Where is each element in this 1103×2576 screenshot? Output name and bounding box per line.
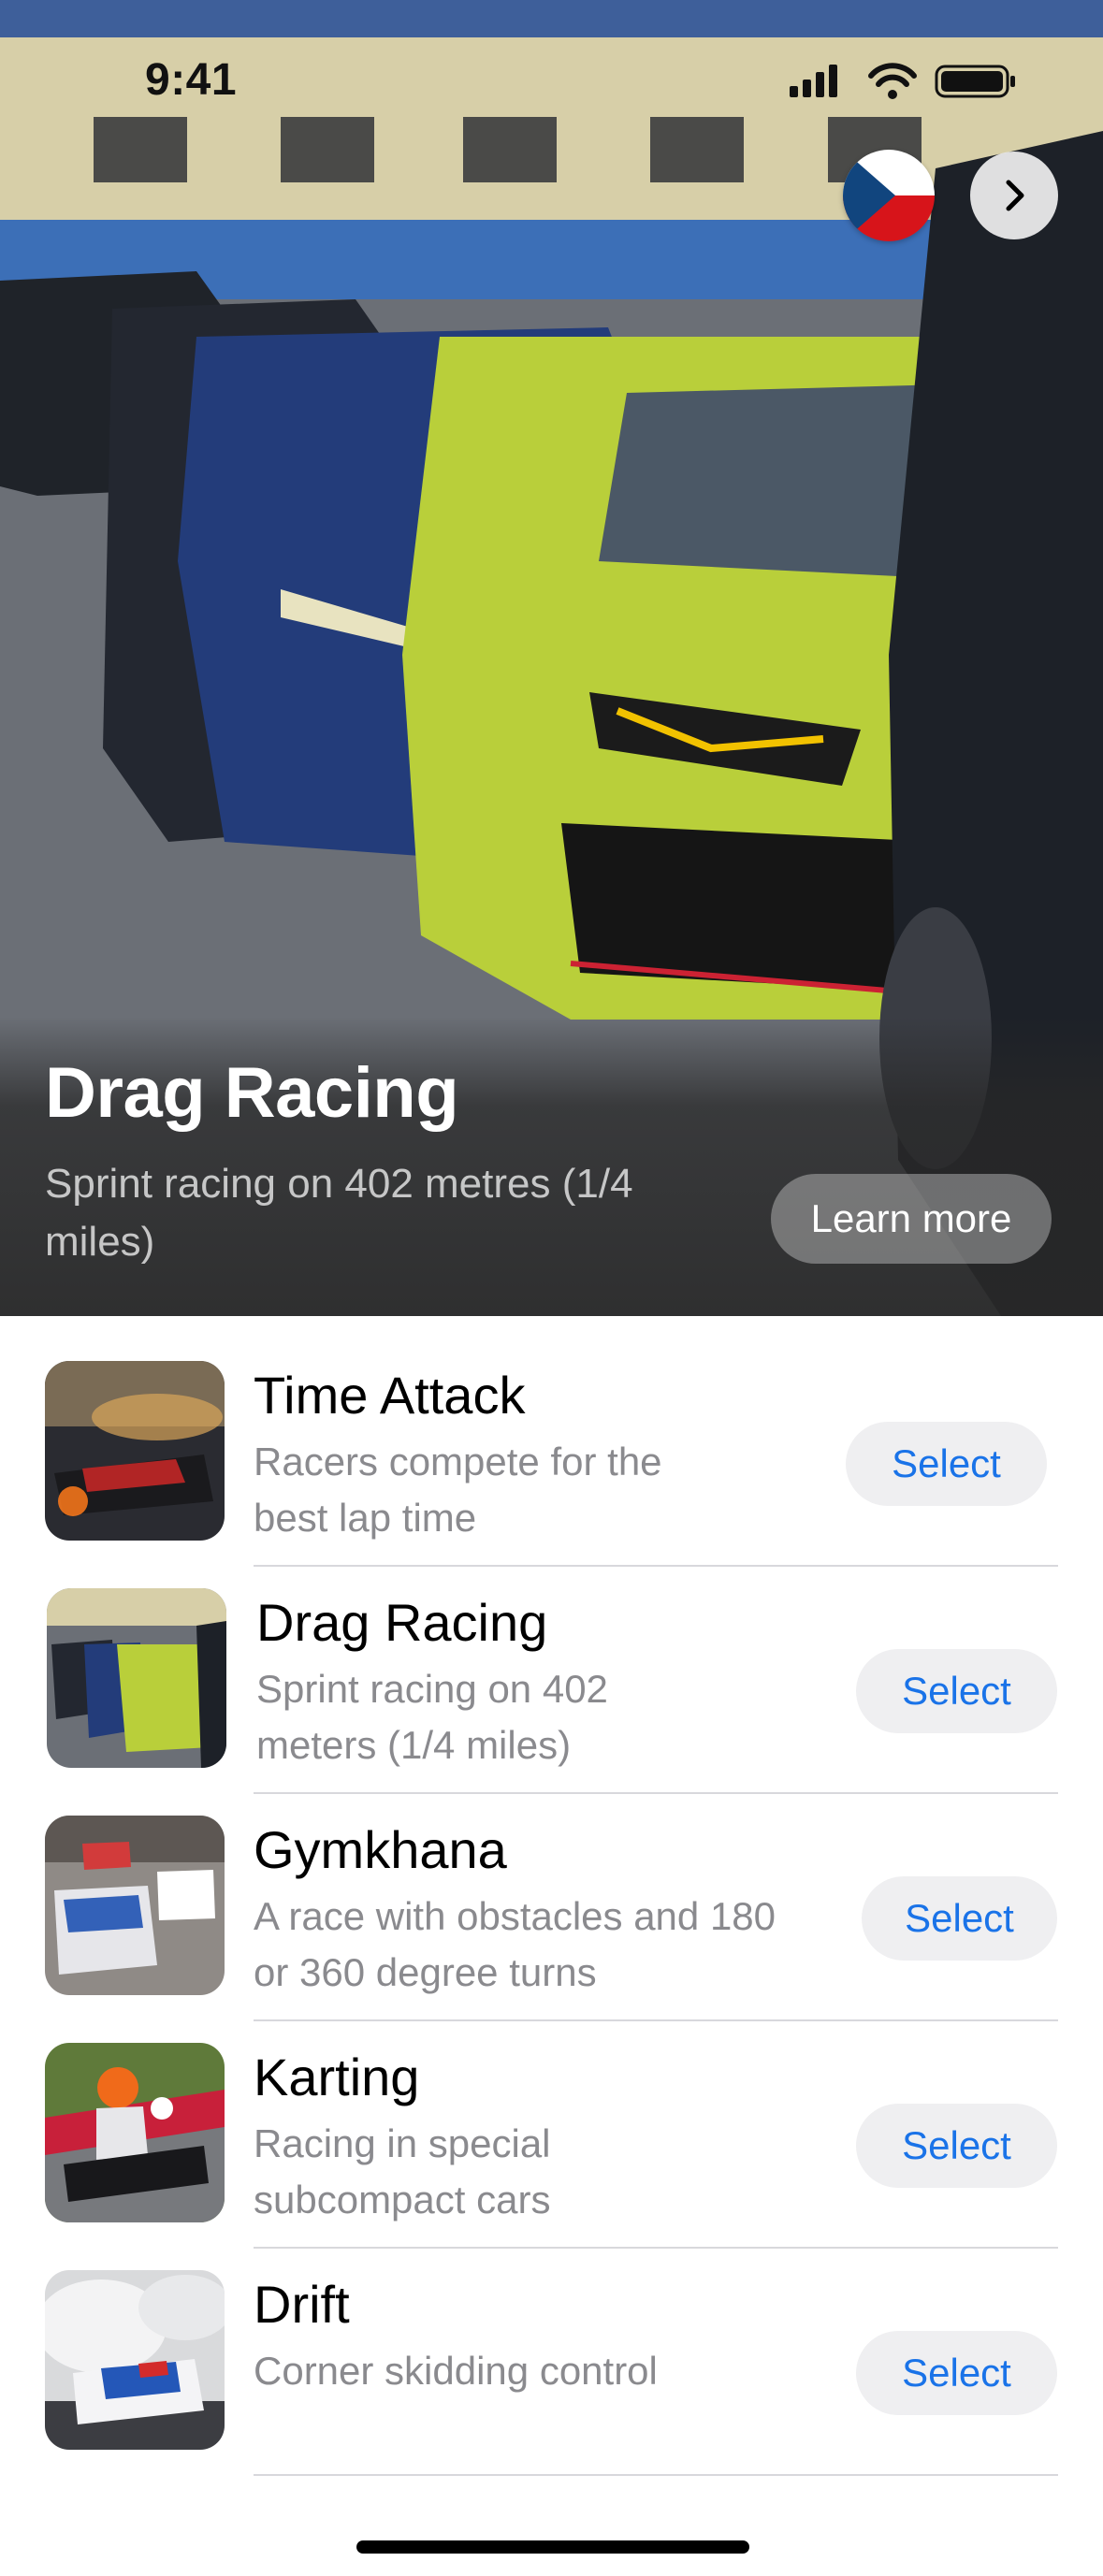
item-title: Gymkhana [254,1820,507,1879]
select-button[interactable]: Select [856,2104,1057,2188]
list-item[interactable]: Time Attack Racers compete for the best … [0,1316,1103,1543]
list-item[interactable]: Karting Racing in special subcompact car… [0,1998,1103,2225]
list-item[interactable]: Gymkhana A race with obstacles and 180 o… [0,1771,1103,1998]
select-button[interactable]: Select [862,1876,1057,1961]
language-flag-button[interactable] [843,150,935,241]
item-title: Time Attack [254,1366,526,1425]
item-title: Drag Racing [256,1593,548,1652]
item-description: Racing in special subcompact cars [254,2121,551,2221]
status-bar: 9:41 [0,0,1103,140]
item-title: Drift [254,2275,350,2334]
learn-more-button[interactable]: Learn more [771,1174,1052,1264]
list-divider [254,2474,1058,2476]
drift-thumbnail [45,2270,225,2450]
cellular-signal-icon [790,65,837,97]
hero-title: Drag Racing [45,1053,459,1133]
select-button[interactable]: Select [846,1422,1047,1506]
czech-flag-icon [843,150,935,241]
time-attack-thumbnail [45,1361,225,1541]
item-description: Corner skidding control [254,2349,658,2393]
item-title: Karting [254,2048,420,2106]
wifi-icon [868,63,917,99]
item-description: Sprint racing on 402 meters (1/4 miles) [256,1667,608,1767]
gymkhana-thumbnail [45,1816,225,1995]
home-indicator[interactable] [356,2540,749,2554]
chevron-right-icon [1006,180,1024,211]
battery-icon [935,65,1015,98]
list-item[interactable]: Drift Corner skidding control Select [0,2225,1103,2453]
list-item[interactable]: Drag Racing Sprint racing on 402 meters … [0,1543,1103,1771]
drag-racing-thumbnail [47,1588,226,1768]
next-button[interactable] [970,152,1058,239]
item-description: A race with obstacles and 180 or 360 deg… [254,1894,776,1994]
hero-banner[interactable]: 9:41 Drag Racing Sprint racing on 402 me… [0,0,1103,1316]
karting-thumbnail [45,2043,225,2222]
hero-subtitle: Sprint racing on 402 metres (1/4 miles) [45,1161,633,1265]
item-description: Racers compete for the best lap time [254,1440,662,1540]
status-time: 9:41 [145,55,238,105]
status-icons [790,63,1015,99]
select-button[interactable]: Select [856,2331,1057,2415]
select-button[interactable]: Select [856,1649,1057,1733]
